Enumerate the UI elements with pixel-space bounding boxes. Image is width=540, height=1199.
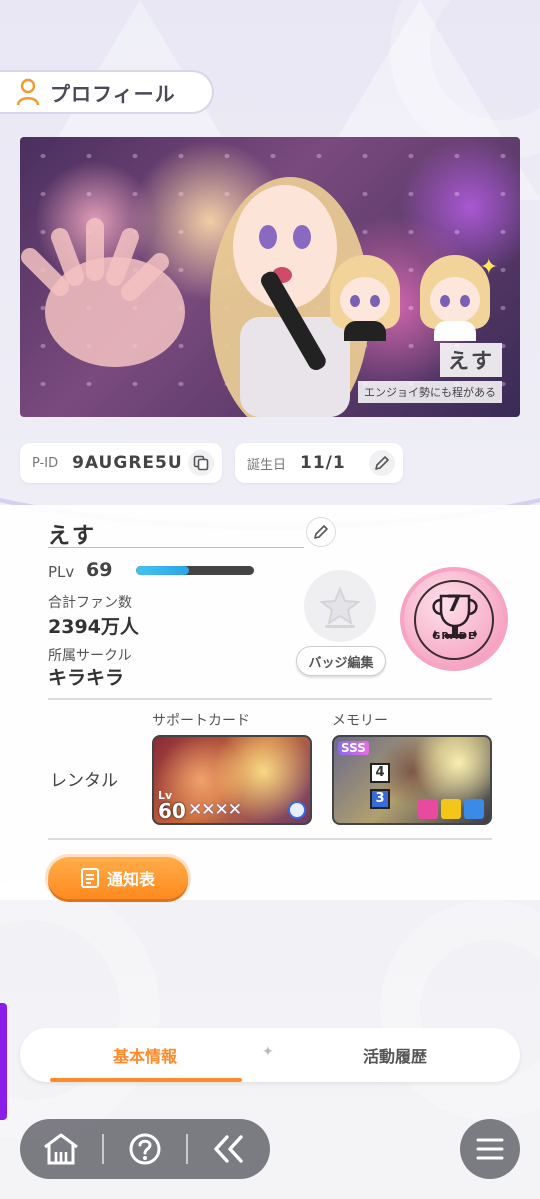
report-icon bbox=[80, 868, 99, 888]
report-card-label: 通知表 bbox=[106, 870, 155, 889]
player-id-box: P-ID 9AUGRE5U bbox=[20, 443, 222, 483]
player-id-label: P-ID bbox=[32, 455, 59, 471]
vocal-icon bbox=[418, 799, 438, 819]
copy-id-button[interactable] bbox=[188, 450, 214, 476]
circle-value: キラキラ bbox=[48, 667, 125, 689]
memory-rarity: SSS bbox=[338, 741, 369, 755]
pencil-icon bbox=[314, 525, 328, 539]
exp-progress-fill bbox=[136, 566, 190, 575]
player-id-value: 9AUGRE5U bbox=[72, 453, 183, 473]
dance-icon bbox=[441, 799, 461, 819]
help-icon bbox=[129, 1133, 161, 1165]
grade-badge[interactable]: 7 GRADE bbox=[400, 567, 508, 671]
attribute-icon bbox=[288, 801, 306, 819]
player-level-label: PLv bbox=[48, 563, 75, 581]
tab-separator-icon: ✦ bbox=[262, 1044, 274, 1060]
menu-button[interactable] bbox=[460, 1119, 520, 1179]
trophy-icon bbox=[432, 594, 478, 638]
home-button[interactable] bbox=[20, 1119, 102, 1179]
profile-header: プロフィール bbox=[0, 70, 214, 114]
profile-banner[interactable]: ✦ えす エンジョイ勢にも程がある bbox=[20, 137, 520, 417]
support-card-rank-marks: ✕✕✕✕ bbox=[188, 800, 242, 820]
page-title: プロフィール bbox=[50, 81, 176, 106]
tab-activity-history[interactable]: 活動履歴 bbox=[300, 1028, 490, 1082]
birthday-value: 11/1 bbox=[300, 453, 346, 473]
report-card-button[interactable]: 通知表 bbox=[48, 857, 188, 899]
birthday-box: 誕生日 11/1 bbox=[235, 443, 403, 483]
memory-title: メモリー bbox=[332, 713, 388, 729]
edit-name-button[interactable] bbox=[306, 517, 336, 547]
tab-bar: 基本情報 ✦ 活動履歴 bbox=[20, 1028, 520, 1082]
memory-skill-icons bbox=[418, 799, 484, 819]
star-icon bbox=[319, 586, 361, 628]
exp-progress-bar bbox=[136, 566, 254, 575]
back-button[interactable] bbox=[188, 1119, 270, 1179]
banner-title-plate: エンジョイ勢にも程がある bbox=[358, 381, 502, 403]
chibi-character-1 bbox=[326, 255, 404, 341]
banner-player-name: えす bbox=[440, 343, 502, 377]
side-edge-indicator bbox=[0, 1003, 7, 1120]
pencil-icon bbox=[375, 456, 389, 470]
rental-label: レンタル bbox=[50, 771, 118, 791]
copy-icon bbox=[193, 455, 209, 471]
edit-birthday-button[interactable] bbox=[369, 450, 395, 476]
rental-memory-card[interactable]: SSS 4 3 bbox=[332, 735, 492, 825]
sparkle-icon: ✦ bbox=[479, 255, 498, 280]
memory-skill-1: 4 bbox=[370, 763, 390, 783]
rental-support-card[interactable]: Lv 60 ✕✕✕✕ bbox=[152, 735, 312, 825]
player-level-value: 69 bbox=[86, 559, 113, 581]
home-icon bbox=[44, 1133, 78, 1165]
memory-skill-2: 3 bbox=[370, 789, 390, 809]
name-underline bbox=[48, 547, 304, 548]
birthday-label: 誕生日 bbox=[247, 457, 287, 473]
user-icon bbox=[16, 78, 40, 106]
support-card-level: 60 bbox=[158, 799, 186, 823]
back-icon bbox=[214, 1135, 243, 1163]
divider bbox=[48, 838, 492, 840]
bottom-nav bbox=[20, 1119, 270, 1179]
divider bbox=[48, 698, 492, 700]
badge-edit-button[interactable]: バッジ編集 bbox=[296, 646, 386, 676]
fans-label: 合計ファン数 bbox=[48, 595, 132, 611]
visual-icon bbox=[464, 799, 484, 819]
active-tab-indicator bbox=[50, 1078, 242, 1082]
support-card-title: サポートカード bbox=[152, 713, 250, 729]
tab-basic-info[interactable]: 基本情報 bbox=[50, 1028, 240, 1082]
badge-slot[interactable] bbox=[304, 570, 376, 642]
menu-icon bbox=[476, 1138, 504, 1160]
profile-info-panel bbox=[0, 505, 540, 900]
circle-label: 所属サークル bbox=[48, 648, 132, 664]
player-name: えす bbox=[48, 524, 97, 549]
fans-value: 2394万人 bbox=[48, 616, 139, 638]
help-button[interactable] bbox=[104, 1119, 186, 1179]
